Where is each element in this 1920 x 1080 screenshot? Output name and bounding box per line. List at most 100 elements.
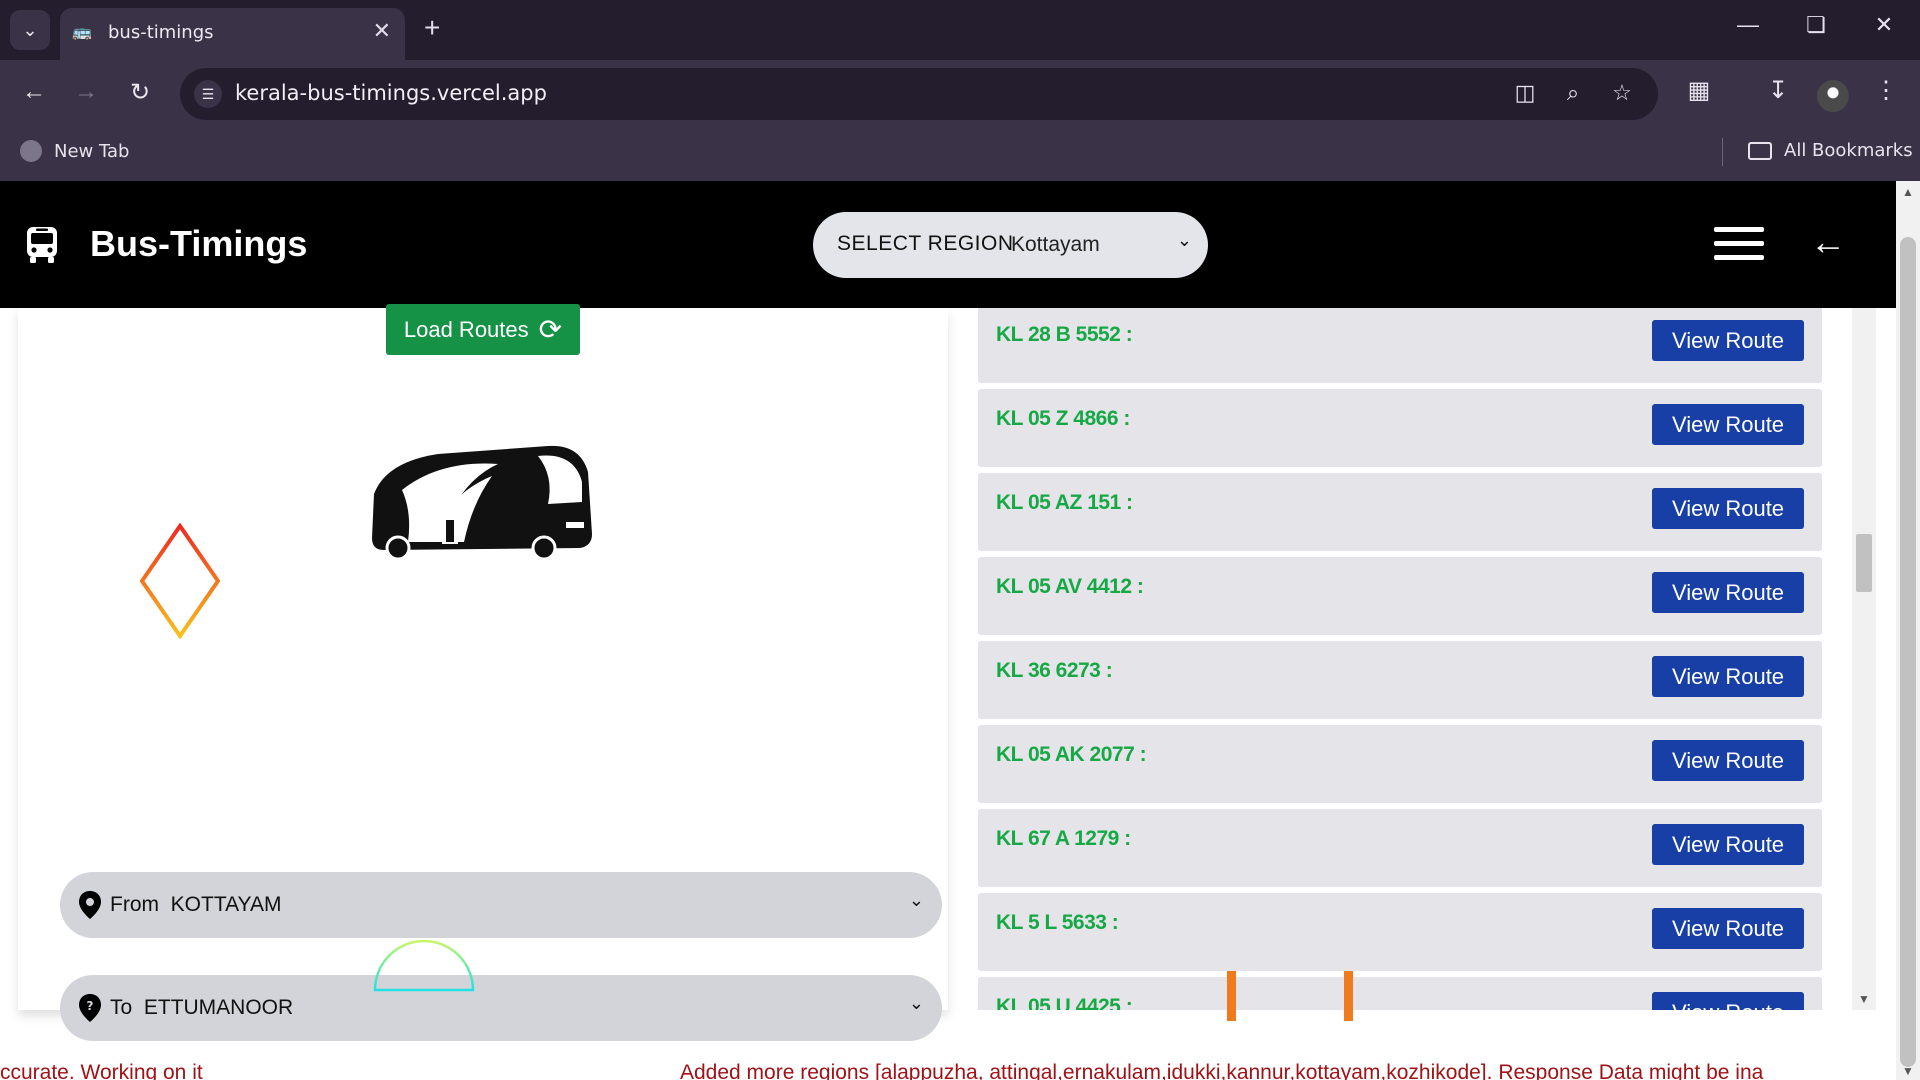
browser-tab[interactable]: 🚌 bus-timings ✕ xyxy=(60,8,405,60)
chevron-down-icon[interactable]: ⌄ xyxy=(909,890,924,911)
route-number: KL 05 AK 2077 : xyxy=(996,743,1147,766)
location-pin-icon xyxy=(79,891,101,919)
minimize-icon[interactable]: — xyxy=(1728,12,1768,38)
folder-icon xyxy=(1748,141,1772,160)
bookmark-new-tab-label: New Tab xyxy=(54,140,130,162)
web-page: Bus-Timings SELECT REGION Kottayam ⌄ ← L… xyxy=(0,181,1920,1080)
load-routes-label: Load Routes xyxy=(403,316,529,342)
from-value: KOTTAYAM xyxy=(170,893,282,916)
close-window-icon[interactable]: ✕ xyxy=(1864,12,1904,38)
from-label: From xyxy=(110,893,159,916)
route-row: KL 05 U 4425 : View Route xyxy=(978,977,1822,1010)
region-select[interactable]: SELECT REGION Kottayam ⌄ xyxy=(813,212,1208,278)
hamburger-menu-icon[interactable] xyxy=(1714,227,1764,261)
region-value[interactable]: Kottayam xyxy=(1011,233,1100,257)
to-label: To xyxy=(110,996,133,1019)
site-info-icon[interactable]: ☰ xyxy=(194,80,222,108)
scroll-down-arrow-icon[interactable]: ▼ xyxy=(1902,1064,1914,1078)
bookmark-new-tab[interactable]: New Tab xyxy=(20,140,129,162)
svg-text:?: ? xyxy=(87,999,94,1013)
route-number: KL 05 Z 4866 : xyxy=(996,407,1130,430)
page-scrollbar[interactable]: ▲ ▼ xyxy=(1896,181,1920,1080)
route-row: KL 05 Z 4866 : View Route xyxy=(978,389,1822,467)
profile-avatar[interactable] xyxy=(1817,80,1849,112)
url-text[interactable]: kerala-bus-timings.vercel.app xyxy=(235,81,547,105)
route-number: KL 05 AZ 151 : xyxy=(996,491,1133,514)
route-row: KL 28 B 5552 : View Route xyxy=(978,308,1822,383)
from-select[interactable]: From KOTTAYAM ⌄ xyxy=(60,872,942,938)
bus-favicon-icon: 🚌 xyxy=(72,24,92,41)
extensions-icon[interactable]: ▦ xyxy=(1681,76,1717,105)
forward-icon[interactable]: → xyxy=(68,78,104,106)
refresh-icon: ⟳ xyxy=(538,314,563,345)
route-number: KL 36 6273 : xyxy=(996,659,1113,682)
route-number: KL 28 B 5552 : xyxy=(996,323,1133,346)
menu-kebab-icon[interactable]: ⋮ xyxy=(1868,76,1904,105)
route-list: KL 28 B 5552 : View Route KL 05 Z 4866 : Vi… xyxy=(978,308,1844,1010)
chevron-down-icon[interactable]: ⌄ xyxy=(909,993,924,1014)
view-route-button[interactable]: View Route xyxy=(1652,656,1804,697)
bus-illustration xyxy=(372,445,592,561)
zoom-icon[interactable]: ⌕ xyxy=(1558,80,1588,106)
diamond-decoration xyxy=(139,523,221,639)
tab-title: bus-timings xyxy=(108,22,214,43)
download-icon[interactable]: ↧ xyxy=(1760,76,1796,105)
to-value: ETTUMANOOR xyxy=(143,996,294,1019)
globe-icon xyxy=(20,140,42,162)
announcement-ticker-left: ccurate. Working on it xyxy=(0,1061,203,1080)
route-list-scrollbar[interactable]: ▼ xyxy=(1852,308,1876,1010)
scroll-up-arrow-icon[interactable]: ▲ xyxy=(1902,185,1914,199)
location-question-icon: ? xyxy=(79,994,101,1022)
bookmark-divider xyxy=(1722,138,1723,166)
to-select[interactable]: ? To ETTUMANOOR ⌄ xyxy=(60,975,942,1041)
route-list-scroll-thumb[interactable] xyxy=(1856,534,1872,592)
route-row: KL 67 A 1279 : View Route xyxy=(978,809,1822,887)
view-route-button[interactable]: View Route xyxy=(1652,824,1804,865)
bus-logo-icon xyxy=(27,227,57,263)
view-route-button[interactable]: View Route xyxy=(1652,320,1804,361)
tab-strip: ⌄ 🚌 bus-timings ✕ + — ❏ ✕ xyxy=(0,0,1920,60)
view-route-button[interactable]: View Route xyxy=(1652,992,1804,1010)
reload-icon[interactable]: ↻ xyxy=(122,78,158,107)
orange-bar-decoration xyxy=(1344,971,1353,1021)
to-text: To ETTUMANOOR xyxy=(110,996,293,1020)
from-text: From KOTTAYAM xyxy=(110,893,282,917)
load-routes-button[interactable]: Load Routes ⟳ xyxy=(386,304,580,355)
new-tab-plus-icon[interactable]: + xyxy=(424,12,440,44)
route-row: KL 05 AV 4412 : View Route xyxy=(978,557,1822,635)
view-route-button[interactable]: View Route xyxy=(1652,488,1804,529)
route-number: KL 67 A 1279 : xyxy=(996,827,1131,850)
route-search-panel: Load Routes ⟳ From KOTTAYAM ⌄ ? To ETTUM… xyxy=(18,304,948,1041)
view-route-button[interactable]: View Route xyxy=(1652,404,1804,445)
restore-icon[interactable]: ❏ xyxy=(1796,12,1836,38)
route-number: KL 05 U 4425 : xyxy=(996,995,1133,1010)
back-icon[interactable]: ← xyxy=(16,78,52,106)
view-route-button[interactable]: View Route xyxy=(1652,572,1804,613)
route-row: KL 5 L 5633 : View Route xyxy=(978,893,1822,971)
route-number: KL 05 AV 4412 : xyxy=(996,575,1144,598)
page-scroll-thumb[interactable] xyxy=(1900,237,1916,1067)
announcement-ticker-right: Added more regions [alappuzha, attingal,… xyxy=(680,1061,1764,1080)
back-arrow-icon[interactable]: ← xyxy=(1810,221,1846,263)
browser-toolbar: ← → ↻ ☰ kerala-bus-timings.vercel.app ◫ … xyxy=(0,60,1920,128)
route-row: KL 05 AK 2077 : View Route xyxy=(978,725,1822,803)
view-route-button[interactable]: View Route xyxy=(1652,908,1804,949)
semicircle-decoration xyxy=(373,939,475,992)
orange-bar-decoration xyxy=(1227,971,1236,1021)
all-bookmarks-label: All Bookmarks xyxy=(1784,140,1913,161)
site-header: Bus-Timings SELECT REGION Kottayam ⌄ ← xyxy=(0,181,1896,308)
chevron-down-icon[interactable]: ⌄ xyxy=(1177,230,1192,251)
install-app-icon[interactable]: ◫ xyxy=(1510,80,1540,106)
address-bar[interactable]: ☰ kerala-bus-timings.vercel.app ◫ ⌕ ☆ xyxy=(180,68,1658,120)
tab-close-icon[interactable]: ✕ xyxy=(373,18,391,44)
route-number: KL 5 L 5633 : xyxy=(996,911,1119,934)
all-bookmarks[interactable]: All Bookmarks xyxy=(1748,140,1913,161)
site-title[interactable]: Bus-Timings xyxy=(90,223,307,265)
region-label: SELECT REGION xyxy=(837,232,1014,255)
view-route-button[interactable]: View Route xyxy=(1652,740,1804,781)
scroll-down-arrow-icon[interactable]: ▼ xyxy=(1858,992,1870,1006)
route-row: KL 36 6273 : View Route xyxy=(978,641,1822,719)
route-row: KL 05 AZ 151 : View Route xyxy=(978,473,1822,551)
tab-search-chevron-icon[interactable]: ⌄ xyxy=(10,10,50,50)
bookmark-star-icon[interactable]: ☆ xyxy=(1607,80,1637,106)
